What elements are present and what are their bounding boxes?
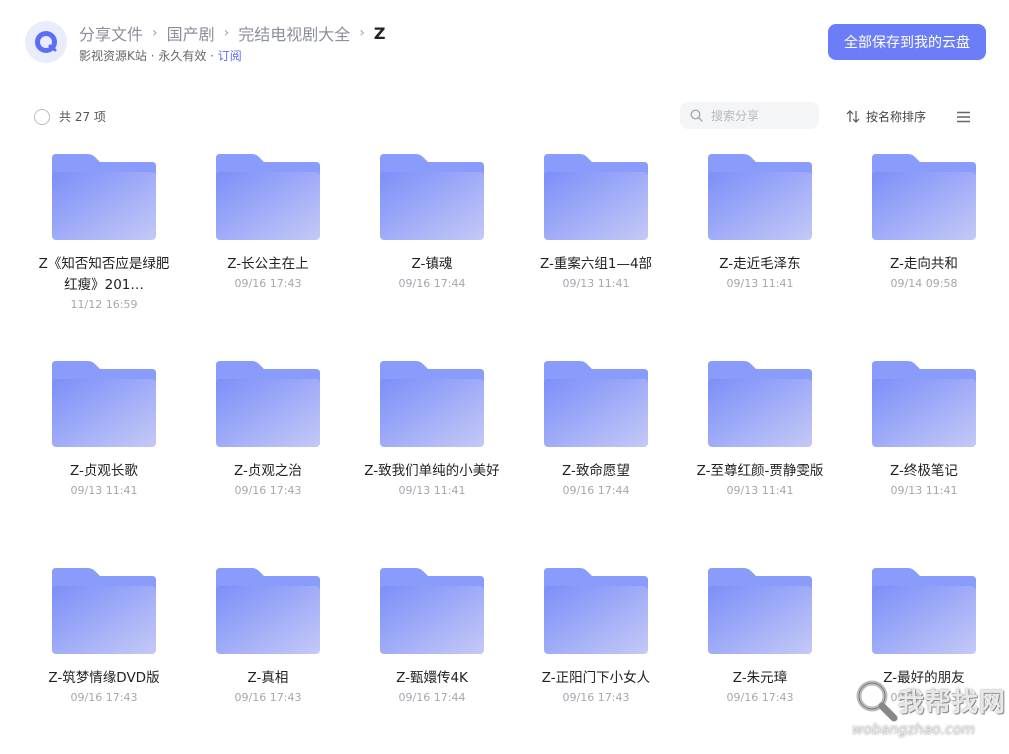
folder-date: 09/14 09:58 [890,277,958,290]
magnifier-icon [856,680,898,722]
folder-item[interactable]: Z-致命愿望 09/16 17:44 [514,357,678,547]
breadcrumb-item-complete-series[interactable]: 完结电视剧大全 [238,21,350,45]
folder-date: 09/16 17:43 [234,484,302,497]
folder-icon [872,154,976,240]
select-all-radio[interactable] [34,108,50,125]
folder-name: Z-走近毛泽东 [719,256,801,272]
folder-icon [544,361,648,447]
folder-date: 09/16 17:43 [70,691,138,704]
folder-item[interactable]: Z-正阳门下小女人 09/16 17:43 [514,564,678,754]
folder-icon [380,361,484,447]
folder-name: Z-终极笔记 [890,463,958,479]
folder-icon [216,568,320,654]
watermark: 我帮找网 wobangzhao.com [852,676,1005,746]
menu-list-icon [957,111,970,123]
folder-date: 09/13 11:41 [398,484,466,497]
folder-icon [216,361,320,447]
item-count: 共 27 项 [59,110,106,124]
folder-name: Z-真相 [247,670,289,686]
list-view-toggle[interactable] [956,108,971,127]
folder-item[interactable]: Z-朱元璋 09/16 17:43 [678,564,842,754]
share-info: 影视资源K站 · 永久有效 · [79,49,218,63]
folder-icon [544,568,648,654]
folder-item[interactable]: Z-甄嬛传4K 09/16 17:44 [350,564,514,754]
folder-item[interactable]: Z-长公主在上 09/16 17:43 [186,150,350,340]
folder-date: 11/12 16:59 [70,298,138,311]
folder-item[interactable]: Z-走向共和 09/14 09:58 [842,150,1006,340]
folder-item[interactable]: Z-贞观之治 09/16 17:43 [186,357,350,547]
folder-icon [708,154,812,240]
search-input[interactable] [709,107,813,124]
folder-name: Z-致命愿望 [562,463,630,479]
breadcrumb: 分享文件 › 国产剧 › 完结电视剧大全 › Z [79,21,385,45]
folder-name: Z-贞观长歌 [70,463,138,479]
chevron-right-icon: › [223,25,230,41]
folder-item[interactable]: Z-致我们单纯的小美好 09/13 11:41 [350,357,514,547]
folder-date: 09/13 11:41 [726,484,794,497]
save-all-button[interactable]: 全部保存到我的云盘 [828,24,986,60]
select-all[interactable]: 共 27 项 [34,108,106,125]
folder-item[interactable]: Z-真相 09/16 17:43 [186,564,350,754]
folder-date: 09/13 11:41 [726,277,794,290]
share-logo-icon [25,21,67,63]
folder-icon [52,568,156,654]
sort-by-name-button[interactable]: 按名称排序 [846,108,926,125]
folder-icon [872,361,976,447]
folder-name: Z-贞观之治 [234,463,302,479]
watermark-text: 我帮找网 [898,688,1007,718]
folder-icon [708,361,812,447]
sort-icon [846,110,860,123]
folder-name: Z-长公主在上 [227,256,309,272]
folder-icon [708,568,812,654]
folder-name: Z-朱元璋 [732,670,788,686]
folder-date: 09/16 17:43 [234,691,302,704]
folder-item[interactable]: Z-镇魂 09/16 17:44 [350,150,514,340]
folder-name: Z-筑梦情缘DVD版 [48,670,160,686]
folder-icon [380,568,484,654]
folder-name: Z-重案六组1—4部 [539,256,653,272]
folder-name: Z-走向共和 [890,256,958,272]
search-box[interactable] [680,102,819,129]
breadcrumb-item-current: Z [373,23,386,43]
folder-name: Z-正阳门下小女人 [541,670,651,686]
folder-item[interactable]: Z-走近毛泽东 09/13 11:41 [678,150,842,340]
folder-item[interactable]: Z-终极笔记 09/13 11:41 [842,357,1006,547]
folder-name: Z-至尊红颜-贾静雯版 [696,463,824,479]
share-subtitle: 影视资源K站 · 永久有效 · 订阅 [79,47,242,64]
breadcrumb-item-shared[interactable]: 分享文件 [79,21,143,45]
subscribe-link[interactable]: 订阅 [218,49,242,63]
folder-date: 09/16 17:43 [562,691,630,704]
folder-icon [380,154,484,240]
chevron-right-icon: › [152,25,158,41]
folder-icon [872,568,976,654]
folder-name: Z-镇魂 [411,256,453,272]
folder-date: 09/16 17:43 [726,691,794,704]
folder-name: Z-致我们单纯的小美好 [364,463,500,479]
search-icon [690,109,703,122]
folder-icon [52,361,156,447]
breadcrumb-item-domestic-drama[interactable]: 国产剧 [167,21,215,45]
folder-item[interactable]: Z《知否知否应是绿肥红瘦》201… 11/12 16:59 [22,150,186,340]
folder-icon [544,154,648,240]
folder-date: 09/16 17:44 [398,691,466,704]
folder-name: Z《知否知否应是绿肥红瘦》201… [38,256,170,293]
folder-item[interactable]: Z-重案六组1—4部 09/13 11:41 [514,150,678,340]
folder-item[interactable]: Z-贞观长歌 09/13 11:41 [22,357,186,547]
folder-icon [216,154,320,240]
chevron-right-icon: › [359,25,365,41]
folder-item[interactable]: Z-至尊红颜-贾静雯版 09/13 11:41 [678,357,842,547]
folder-date: 09/16 17:44 [398,277,466,290]
folder-date: 09/13 11:41 [890,484,958,497]
folder-date: 09/16 17:44 [562,484,630,497]
sort-label: 按名称排序 [866,110,927,124]
folder-date: 09/13 11:41 [562,277,630,290]
watermark-url: wobangzhao.com [852,722,975,738]
folder-date: 09/16 17:43 [234,277,302,290]
folder-item[interactable]: Z-筑梦情缘DVD版 09/16 17:43 [22,564,186,754]
folder-name: Z-甄嬛传4K [396,670,468,686]
folder-date: 09/13 11:41 [70,484,138,497]
folder-icon [52,154,156,240]
